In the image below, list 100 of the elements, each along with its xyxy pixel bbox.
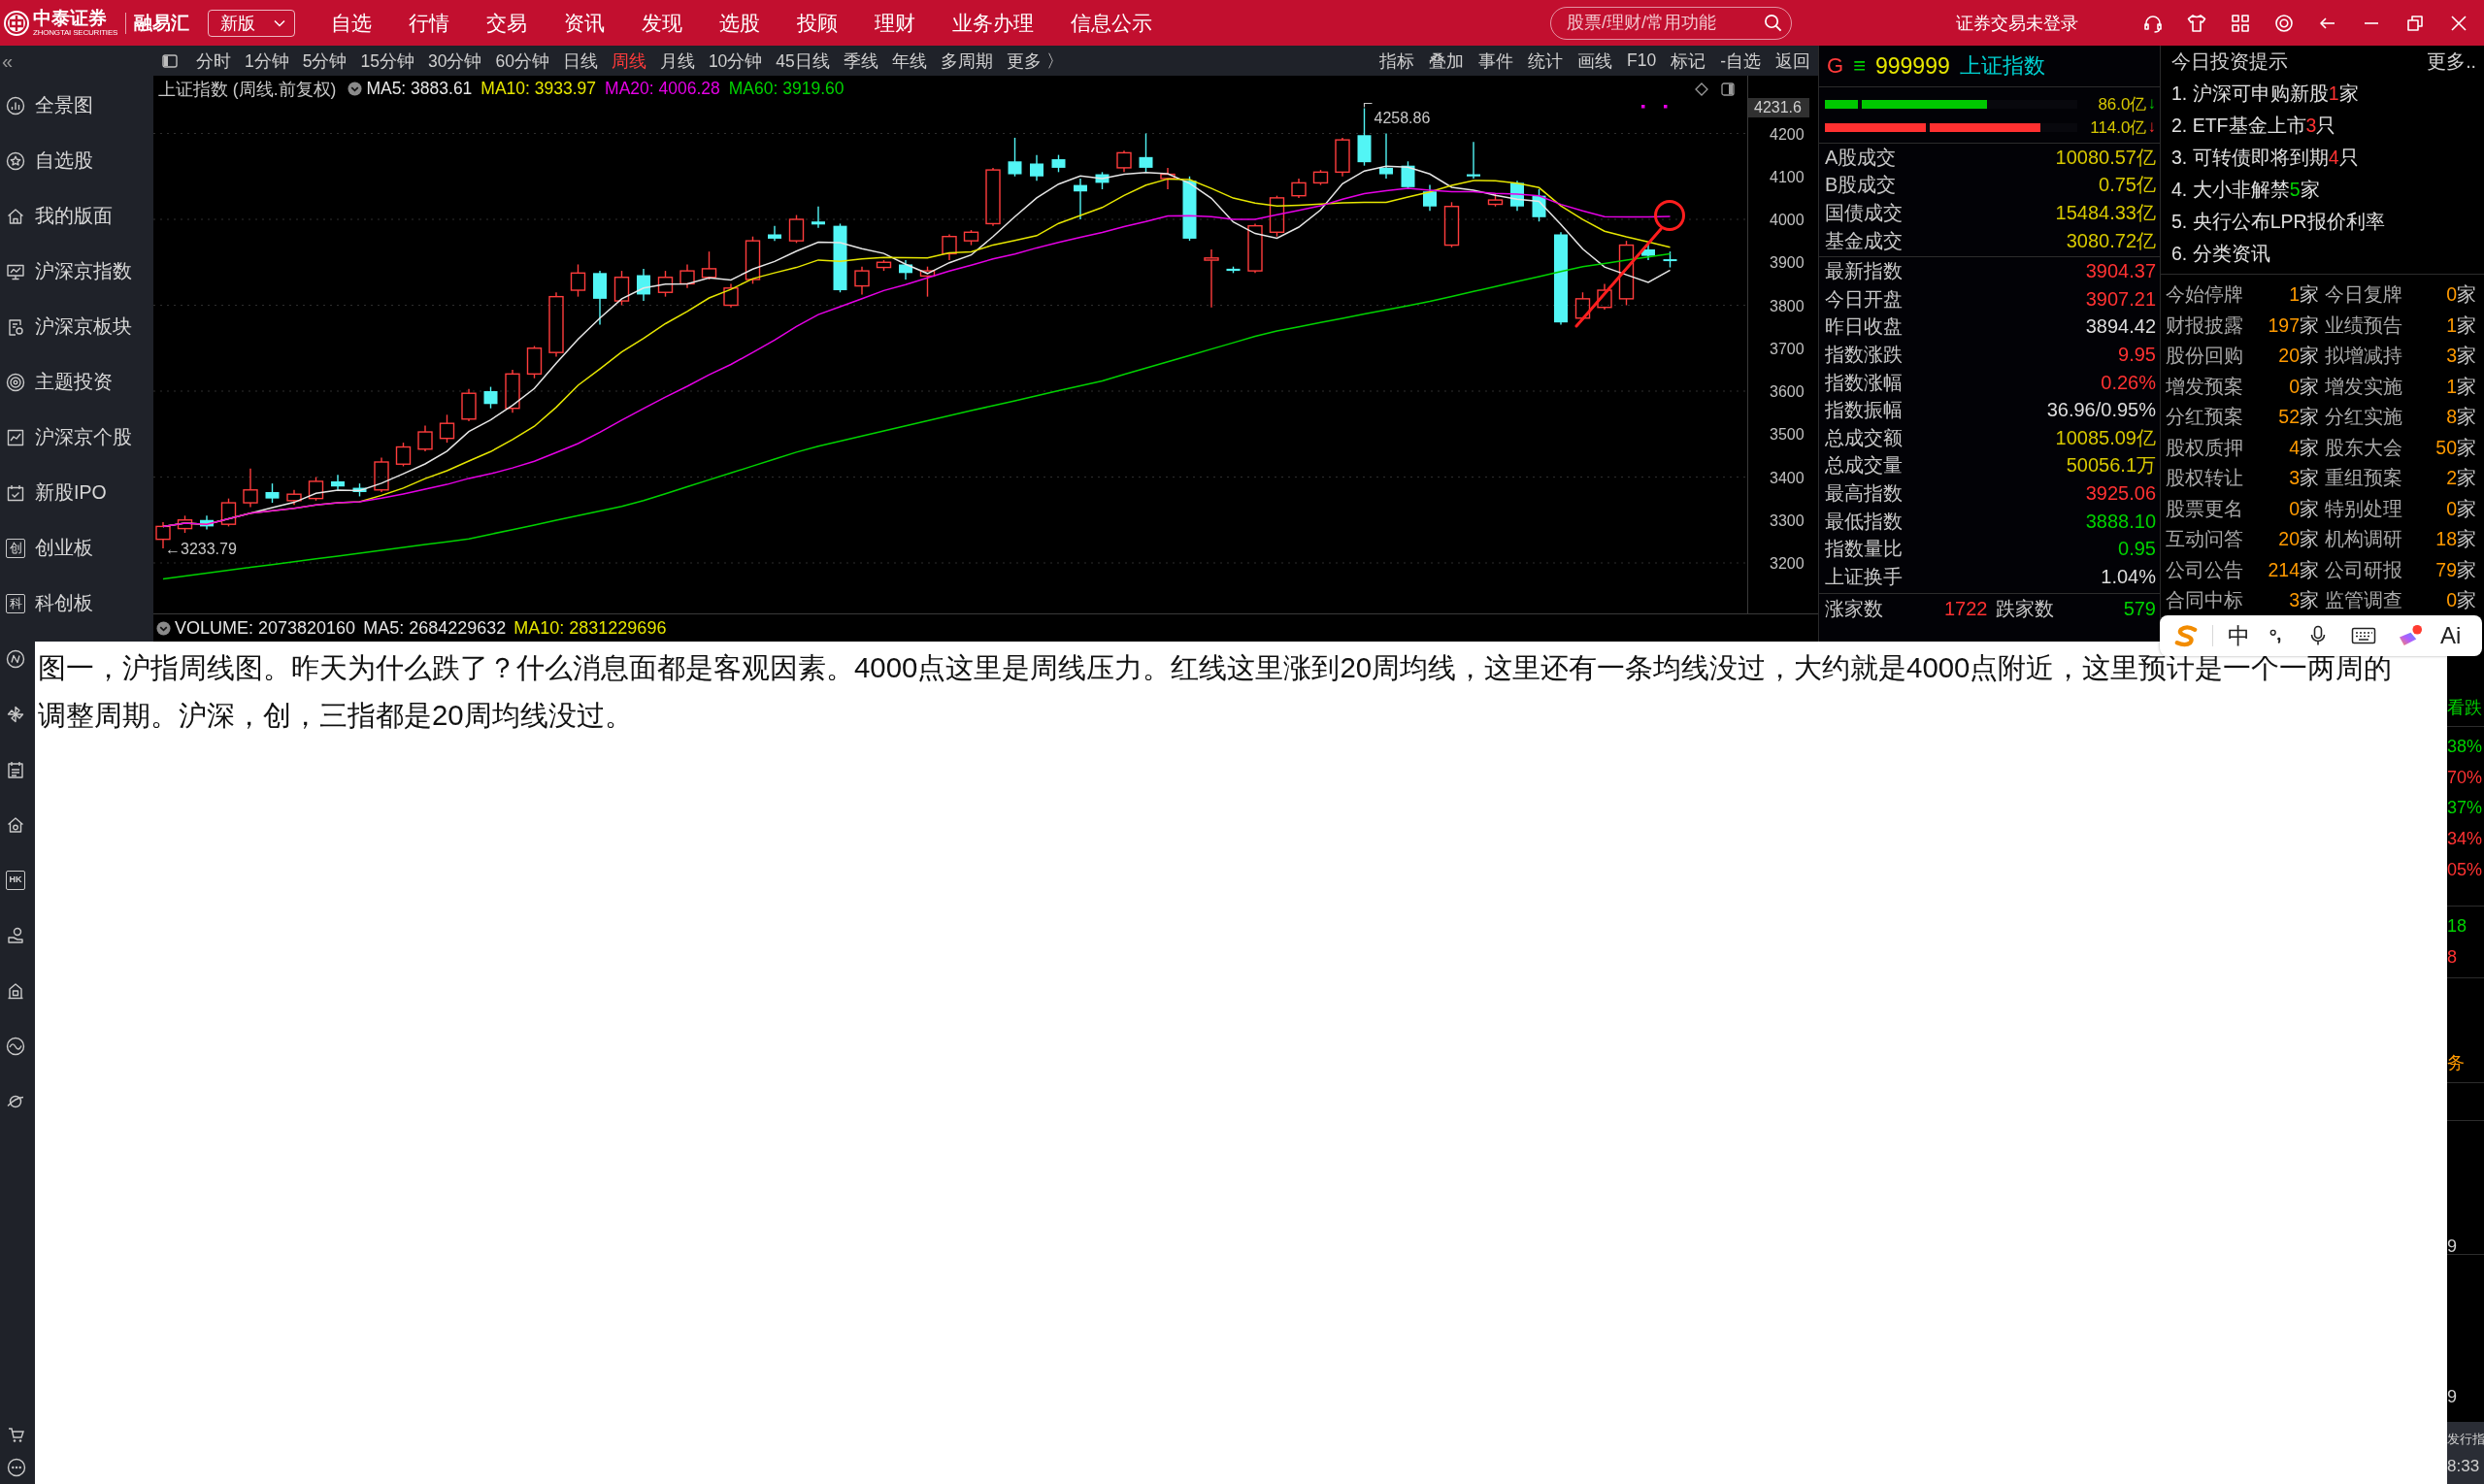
collapse-button[interactable]: « xyxy=(0,46,19,76)
event-count[interactable]: 0家 xyxy=(2289,495,2325,522)
sidebar-item[interactable]: 我的版面 xyxy=(0,188,153,244)
period-tab[interactable]: 30分钟 xyxy=(427,49,482,73)
chevron-circle-icon[interactable] xyxy=(348,82,363,96)
menu-item[interactable]: 选股 xyxy=(719,9,761,37)
input-mode-button[interactable]: 中 xyxy=(2228,624,2250,647)
toolbar-button[interactable]: F10 xyxy=(1627,49,1657,73)
toolbar-button[interactable]: 标记 xyxy=(1671,49,1706,73)
sidebar-item[interactable]: 主题投资 xyxy=(0,354,153,410)
more-icon[interactable] xyxy=(7,1458,26,1477)
period-tab[interactable]: 5分钟 xyxy=(302,49,348,73)
person-icon[interactable] xyxy=(6,925,25,945)
tip-item[interactable]: 6. 分类资讯 xyxy=(2171,238,2484,270)
event-count[interactable]: 1家 xyxy=(2446,373,2476,400)
shirt-icon[interactable] xyxy=(2186,12,2207,34)
period-tab[interactable]: 周线 xyxy=(611,49,646,73)
event-count[interactable]: 3家 xyxy=(2289,587,2325,614)
event-count[interactable]: 1家 xyxy=(2289,281,2325,309)
menu-item[interactable]: 信息公示 xyxy=(1071,9,1153,37)
event-count[interactable]: 3家 xyxy=(2446,343,2476,370)
menu-item[interactable]: 业务办理 xyxy=(952,9,1035,37)
sidebar-item[interactable]: 沪深京个股 xyxy=(0,410,153,465)
event-count[interactable]: 18家 xyxy=(2435,526,2476,553)
ai-button[interactable]: Ai xyxy=(2440,624,2462,647)
period-tab[interactable]: 月线 xyxy=(659,49,695,73)
house-icon[interactable] xyxy=(6,814,25,835)
event-count[interactable]: 20家 xyxy=(2278,343,2325,370)
login-link[interactable]: 证券交易未登录 xyxy=(1956,11,2078,35)
menu-item[interactable]: 资讯 xyxy=(564,9,606,37)
menu-item[interactable]: 自选 xyxy=(331,9,373,37)
sidebar-item[interactable]: 创 创业板 xyxy=(0,520,153,576)
menu-item[interactable]: 投顾 xyxy=(797,9,839,37)
document-icon[interactable] xyxy=(6,759,25,779)
event-count[interactable]: 214家 xyxy=(2268,556,2325,583)
search-field[interactable]: 股票/理财/常用功能 xyxy=(1550,6,1792,40)
event-count[interactable]: 0家 xyxy=(2446,587,2476,614)
wave-circle-icon[interactable] xyxy=(6,1036,25,1056)
event-count[interactable]: 3家 xyxy=(2289,465,2325,492)
cart-icon[interactable] xyxy=(7,1425,26,1444)
pinwheel-icon[interactable] xyxy=(6,704,25,724)
menu-item[interactable]: 发现 xyxy=(642,9,683,37)
toolbar-button[interactable]: 统计 xyxy=(1528,49,1563,73)
microphone-icon[interactable] xyxy=(2308,625,2328,646)
tip-item[interactable]: 5. 央行公布LPR报价利率 xyxy=(2171,206,2484,238)
boxed-letter-icon[interactable]: HK xyxy=(6,870,25,890)
period-tab[interactable]: 季线 xyxy=(843,49,878,73)
menu-item[interactable]: 交易 xyxy=(486,9,528,37)
event-count[interactable]: 50家 xyxy=(2435,434,2476,461)
panel-icon[interactable] xyxy=(1721,82,1735,96)
event-count[interactable]: 1家 xyxy=(2446,312,2476,339)
event-count[interactable]: 4家 xyxy=(2289,434,2325,461)
diamond-icon[interactable] xyxy=(1695,82,1708,96)
tip-item[interactable]: 4. 大小非解禁5家 xyxy=(2171,174,2484,206)
toolbar-button[interactable]: -自选 xyxy=(1720,49,1761,73)
period-tab[interactable]: 10分钟 xyxy=(708,49,763,73)
event-count[interactable]: 52家 xyxy=(2278,404,2325,431)
period-tab[interactable]: 15分钟 xyxy=(360,49,414,73)
event-count[interactable]: 0家 xyxy=(2446,281,2476,309)
menu-item[interactable]: 行情 xyxy=(409,9,450,37)
period-tab[interactable]: 60分钟 xyxy=(495,49,549,73)
event-count[interactable]: 8家 xyxy=(2446,404,2476,431)
toolbar-button[interactable]: 指标 xyxy=(1379,49,1414,73)
event-count[interactable]: 0家 xyxy=(2289,373,2325,400)
grid-icon[interactable] xyxy=(2230,12,2251,34)
period-tab[interactable]: 年线 xyxy=(891,49,927,73)
period-tab[interactable]: 45日线 xyxy=(776,49,830,73)
period-tab[interactable]: 日线 xyxy=(562,49,598,73)
period-tab[interactable]: 多周期 xyxy=(940,49,993,73)
toolbar-button[interactable]: 事件 xyxy=(1478,49,1513,73)
panel-toggle-icon[interactable] xyxy=(162,53,178,68)
ring-icon[interactable] xyxy=(2273,12,2295,34)
period-tab[interactable]: 1分钟 xyxy=(245,49,289,73)
event-count[interactable]: 79家 xyxy=(2435,556,2476,583)
chevron-circle-icon[interactable] xyxy=(156,620,171,636)
period-tab[interactable]: 分时 xyxy=(196,49,231,73)
toolbar-button[interactable]: 叠加 xyxy=(1429,49,1464,73)
search-icon[interactable] xyxy=(1764,14,1782,32)
building-icon[interactable] xyxy=(6,980,25,1001)
toolbar-button[interactable]: 画线 xyxy=(1577,49,1612,73)
sidebar-item[interactable]: 沪深京指数 xyxy=(0,244,153,299)
tip-item[interactable]: 1. 沪深可申购新股1家 xyxy=(2171,78,2484,110)
menu-icon[interactable]: ≡ xyxy=(1853,53,1866,79)
event-count[interactable]: 0家 xyxy=(2446,495,2476,522)
paint-icon[interactable] xyxy=(2398,623,2424,648)
toolbar-button[interactable]: 返回 xyxy=(1775,49,1810,73)
event-count[interactable]: 197家 xyxy=(2268,312,2325,339)
event-count[interactable]: 2家 xyxy=(2446,465,2476,492)
event-count[interactable]: 20家 xyxy=(2278,526,2325,553)
sidebar-item[interactable]: 沪深京板块 xyxy=(0,299,153,354)
punctuation-icon[interactable] xyxy=(2269,628,2282,643)
tip-item[interactable]: 2. ETF基金上市3只 xyxy=(2171,110,2484,142)
squiggle-circle-icon[interactable] xyxy=(6,648,25,669)
menu-item[interactable]: 理财 xyxy=(875,9,916,37)
version-select[interactable]: 新版 xyxy=(208,9,296,37)
sidebar-item[interactable]: 自选股 xyxy=(0,133,153,188)
more-link[interactable]: 更多.. xyxy=(2427,49,2476,75)
sidebar-item[interactable]: 全景图 xyxy=(0,78,153,133)
sidebar-item[interactable]: 科 科创板 xyxy=(0,576,153,631)
period-tab[interactable]: 更多 〉 xyxy=(1006,49,1064,73)
